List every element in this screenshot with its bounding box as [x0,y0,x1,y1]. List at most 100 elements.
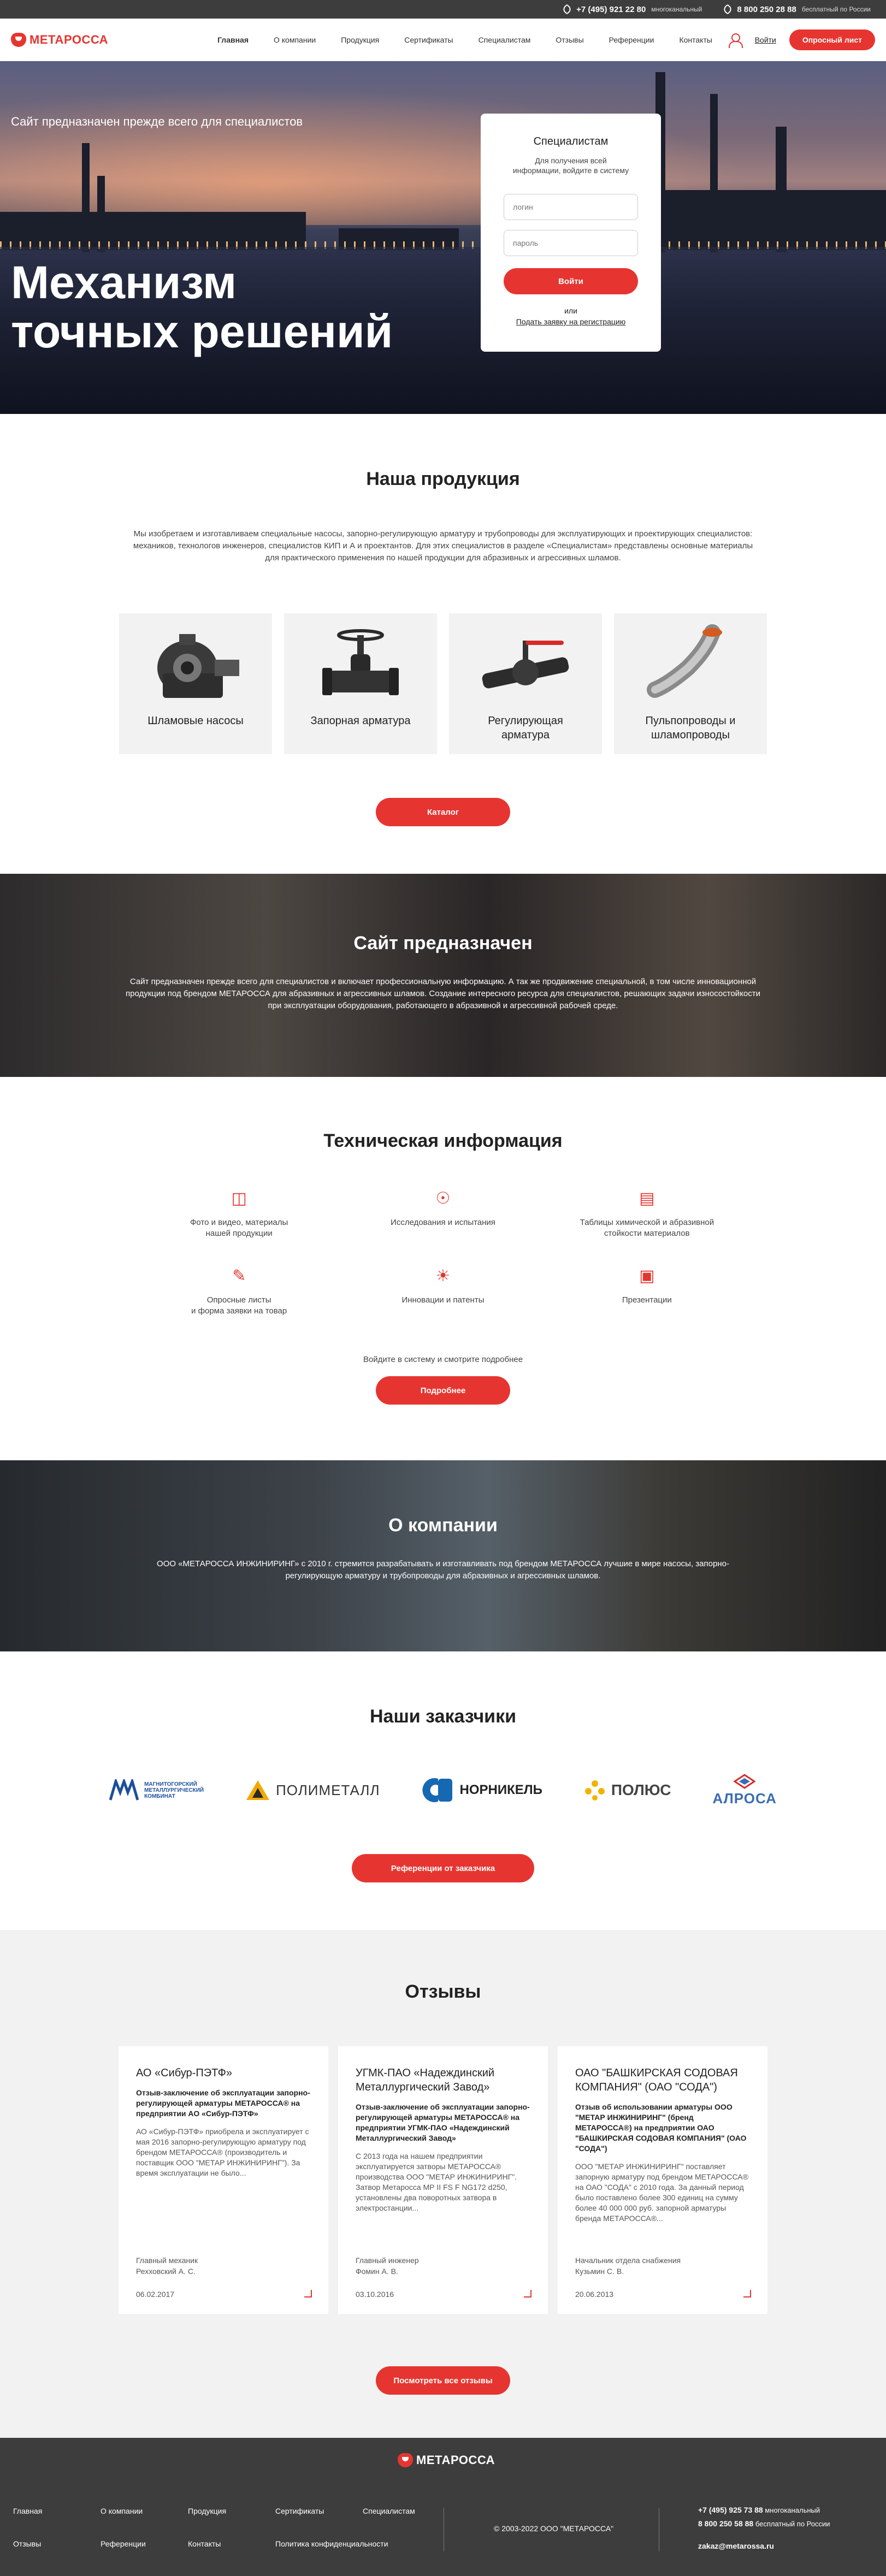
alrosa-logo-icon [734,1773,756,1789]
footer-nav-reviews[interactable]: Отзывы [13,2539,101,2548]
footer-nav-certificates[interactable]: Сертификаты [275,2507,363,2515]
products-lead: Мы изобретаем и изготавливаем специальны… [133,529,753,562]
corner-arrow-icon[interactable] [304,2290,312,2297]
purpose-title: Сайт предназначен [353,933,533,954]
footer-logo[interactable]: МЕТАРОССА [398,2453,495,2467]
tech-item-label: Презентации [622,1295,672,1305]
phone-number[interactable]: 8 800 250 28 88 [737,5,796,14]
client-logo-nornickel[interactable]: НОРНИКЕЛЬ [422,1778,542,1803]
review-text: ООО "МЕТАР ИНЖИНИРИНГ" поставляет запорн… [575,2162,748,2223]
footer-nav-about[interactable]: О компании [101,2507,188,2515]
nornickel-logo-icon [422,1778,452,1802]
review-author: Начальник отдела снабжения Кузьмин С. В. [575,2255,681,2277]
about-section: О компании ООО «МЕТАРОССА ИНЖИНИРИНГ» с … [0,1460,886,1651]
hero-title-line: Механизм [11,257,237,308]
product-card-slurry-pumps[interactable]: Шламовые насосы [119,613,272,754]
logo-text: МЕТАРОССА [416,2453,495,2467]
review-company: УГМК-ПАО «Надеждинский Металлургический … [356,2067,495,2093]
nav-item-products[interactable]: Продукция [341,35,379,44]
review-card[interactable]: ОАО "БАШКИРСКАЯ СОДОВАЯ КОМПАНИЯ" (ОАО "… [558,2046,767,2314]
corner-arrow-icon[interactable] [743,2290,751,2297]
reviews-title: Отзывы [405,1981,481,2002]
about-lead: ООО «МЕТАРОССА ИНЖИНИРИНГ» с 2010 г. стр… [157,1559,729,1580]
site-header: МЕТАРОССА Главная О компании Продукция С… [0,19,886,61]
register-request-link[interactable]: Подать заявку на регистрацию [481,317,661,326]
nav-item-about[interactable]: О компании [274,35,316,44]
client-logo-polyus[interactable]: ПОЛЮС [584,1779,671,1801]
footer-nav-products[interactable]: Продукция [188,2507,275,2515]
purpose-lead: Сайт предназначен прежде всего для специ… [125,977,761,1010]
client-logo-text: НОРНИКЕЛЬ [459,1783,542,1797]
phone-number[interactable]: +7 (495) 921 22 80 [576,5,646,14]
review-card[interactable]: УГМК-ПАО «Надеждинский Металлургический … [338,2046,548,2314]
or-text: или [564,306,577,315]
review-card[interactable]: АО «Сибур-ПЭТФ» Отзыв-заключение об эксп… [119,2046,328,2314]
hero: Сайт предназначен прежде всего для специ… [0,61,886,414]
tech-item-questionnaires[interactable]: ✎ Опросные листы и форма заявки на товар [137,1265,341,1317]
nav-item-home[interactable]: Главная [217,35,249,44]
clients-title: Наши заказчики [369,1706,516,1727]
corner-arrow-icon[interactable] [524,2290,531,2297]
client-logo-polymetal[interactable]: ПОЛИМЕТАЛЛ [245,1779,380,1801]
questionnaire-icon: ✎ [232,1267,246,1285]
review-author-role: Главный механик [136,2256,198,2265]
login-input[interactable] [504,194,638,220]
references-button[interactable]: Референции от заказчика [352,1854,534,1882]
login-submit-button[interactable]: Войти [504,268,638,294]
footer-contacts: +7 (495) 925 73 88 многоканальный 8 800 … [698,2503,830,2553]
hero-title-line: точных решений [11,306,393,357]
client-logo-text: МЕТАЛЛУРГИЧЕСКИЙ [144,1787,204,1793]
tech-info-section: Техническая информация ◫ Фото и видео, м… [0,1077,886,1460]
tech-item-presentations[interactable]: ▣ Презентации [545,1265,749,1317]
nav-item-specialists[interactable]: Специалистам [479,35,531,44]
review-author-name: Кузьмин С. В. [575,2267,624,2276]
nav-item-reviews[interactable]: Отзывы [556,35,583,44]
hero-title: Механизм точных решений [11,258,393,356]
review-company: АО «Сибур-ПЭТФ» [136,2067,232,2079]
footer-phone[interactable]: 8 800 250 58 88 [698,2519,753,2528]
client-logo-alrosa[interactable]: АЛРОСА [712,1773,776,1807]
footer-nav-privacy[interactable]: Политика конфиденциальности [275,2539,450,2548]
tech-item-media[interactable]: ◫ Фото и видео, материалы нашей продукци… [137,1188,341,1239]
review-subject: Отзыв-заключение об эксплуатации запорно… [356,2103,530,2142]
review-subject: Отзыв-заключение об эксплуатации запорно… [136,2088,310,2118]
nav-item-references[interactable]: Референции [609,35,654,44]
login-box-subtitle-line: информации, войдите в систему [512,166,629,175]
product-card-shutoff-valves[interactable]: Запорная арматура [284,613,437,754]
phone-icon [562,4,573,15]
all-reviews-button[interactable]: Посмотреть все отзывы [376,2366,510,2395]
product-card-control-valves[interactable]: Регулирующая арматура [449,613,602,754]
catalog-button[interactable]: Каталог [376,798,510,826]
nav-item-contacts[interactable]: Контакты [679,35,712,44]
client-logo-text: КОМБИНАТ [144,1793,175,1799]
footer-nav-specialists[interactable]: Специалистам [363,2507,450,2515]
footer-email[interactable]: zakaz@metarossa.ru [698,2539,830,2553]
phone-free[interactable]: 8 800 250 28 88 бесплатный по России [722,4,871,15]
phone-multichannel[interactable]: +7 (495) 921 22 80 многоканальный [562,4,702,15]
login-link[interactable]: Войти [755,35,776,44]
more-button[interactable]: Подробнее [376,1376,510,1405]
tech-item-innovation[interactable]: ☀ Инновации и патенты [341,1265,545,1317]
hero-chimney [710,94,718,252]
questionnaire-button[interactable]: Опросный лист [789,29,875,50]
tech-item-label: стойкости материалов [604,1229,690,1238]
footer-phone[interactable]: +7 (495) 925 73 88 [698,2506,763,2514]
footer-nav-home[interactable]: Главная [13,2507,101,2515]
about-title: О компании [388,1515,498,1536]
footer-nav-contacts[interactable]: Контакты [188,2539,275,2548]
tech-item-tables[interactable]: ▤ Таблицы химической и абразивной стойко… [545,1188,749,1239]
password-input[interactable] [504,230,638,256]
product-card-label-line: шламопроводы [651,729,730,741]
slurry-pump-image [157,634,239,698]
nav-item-certificates[interactable]: Сертификаты [404,35,453,44]
product-card-label-line: Пульпопроводы и [645,715,736,727]
product-card-pipelines[interactable]: Пульпопроводы и шламопроводы [614,613,767,754]
tech-item-label: Фото и видео, материалы [190,1218,288,1227]
presentation-icon: ▣ [639,1267,655,1285]
footer-nav-references[interactable]: Референции [101,2539,188,2548]
user-icon[interactable] [728,32,743,48]
client-logo-mmk[interactable]: МАГНИТОГОРСКИЙ МЕТАЛЛУРГИЧЕСКИЙ КОМБИНАТ [109,1779,204,1801]
tech-item-research[interactable]: ☉ Исследования и испытания [341,1188,545,1239]
login-box-subtitle-line: Для получения всей [535,156,607,165]
logo[interactable]: МЕТАРОССА [11,32,108,47]
